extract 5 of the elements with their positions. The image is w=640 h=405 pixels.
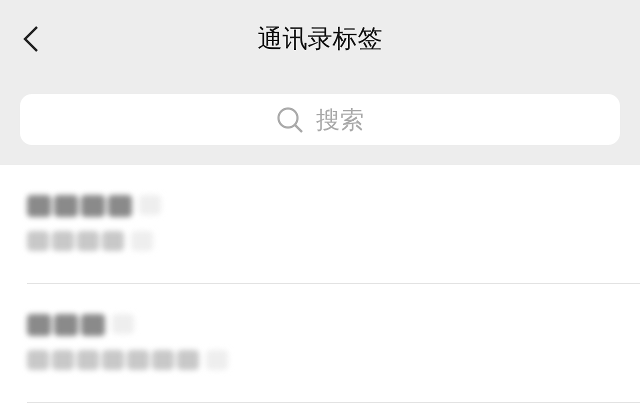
page-title: 通讯录标签 (258, 23, 382, 56)
search-placeholder: 搜索 (316, 104, 364, 136)
search-field[interactable]: 搜索 (20, 94, 620, 145)
back-icon[interactable] (22, 25, 40, 53)
search-icon (276, 106, 304, 134)
